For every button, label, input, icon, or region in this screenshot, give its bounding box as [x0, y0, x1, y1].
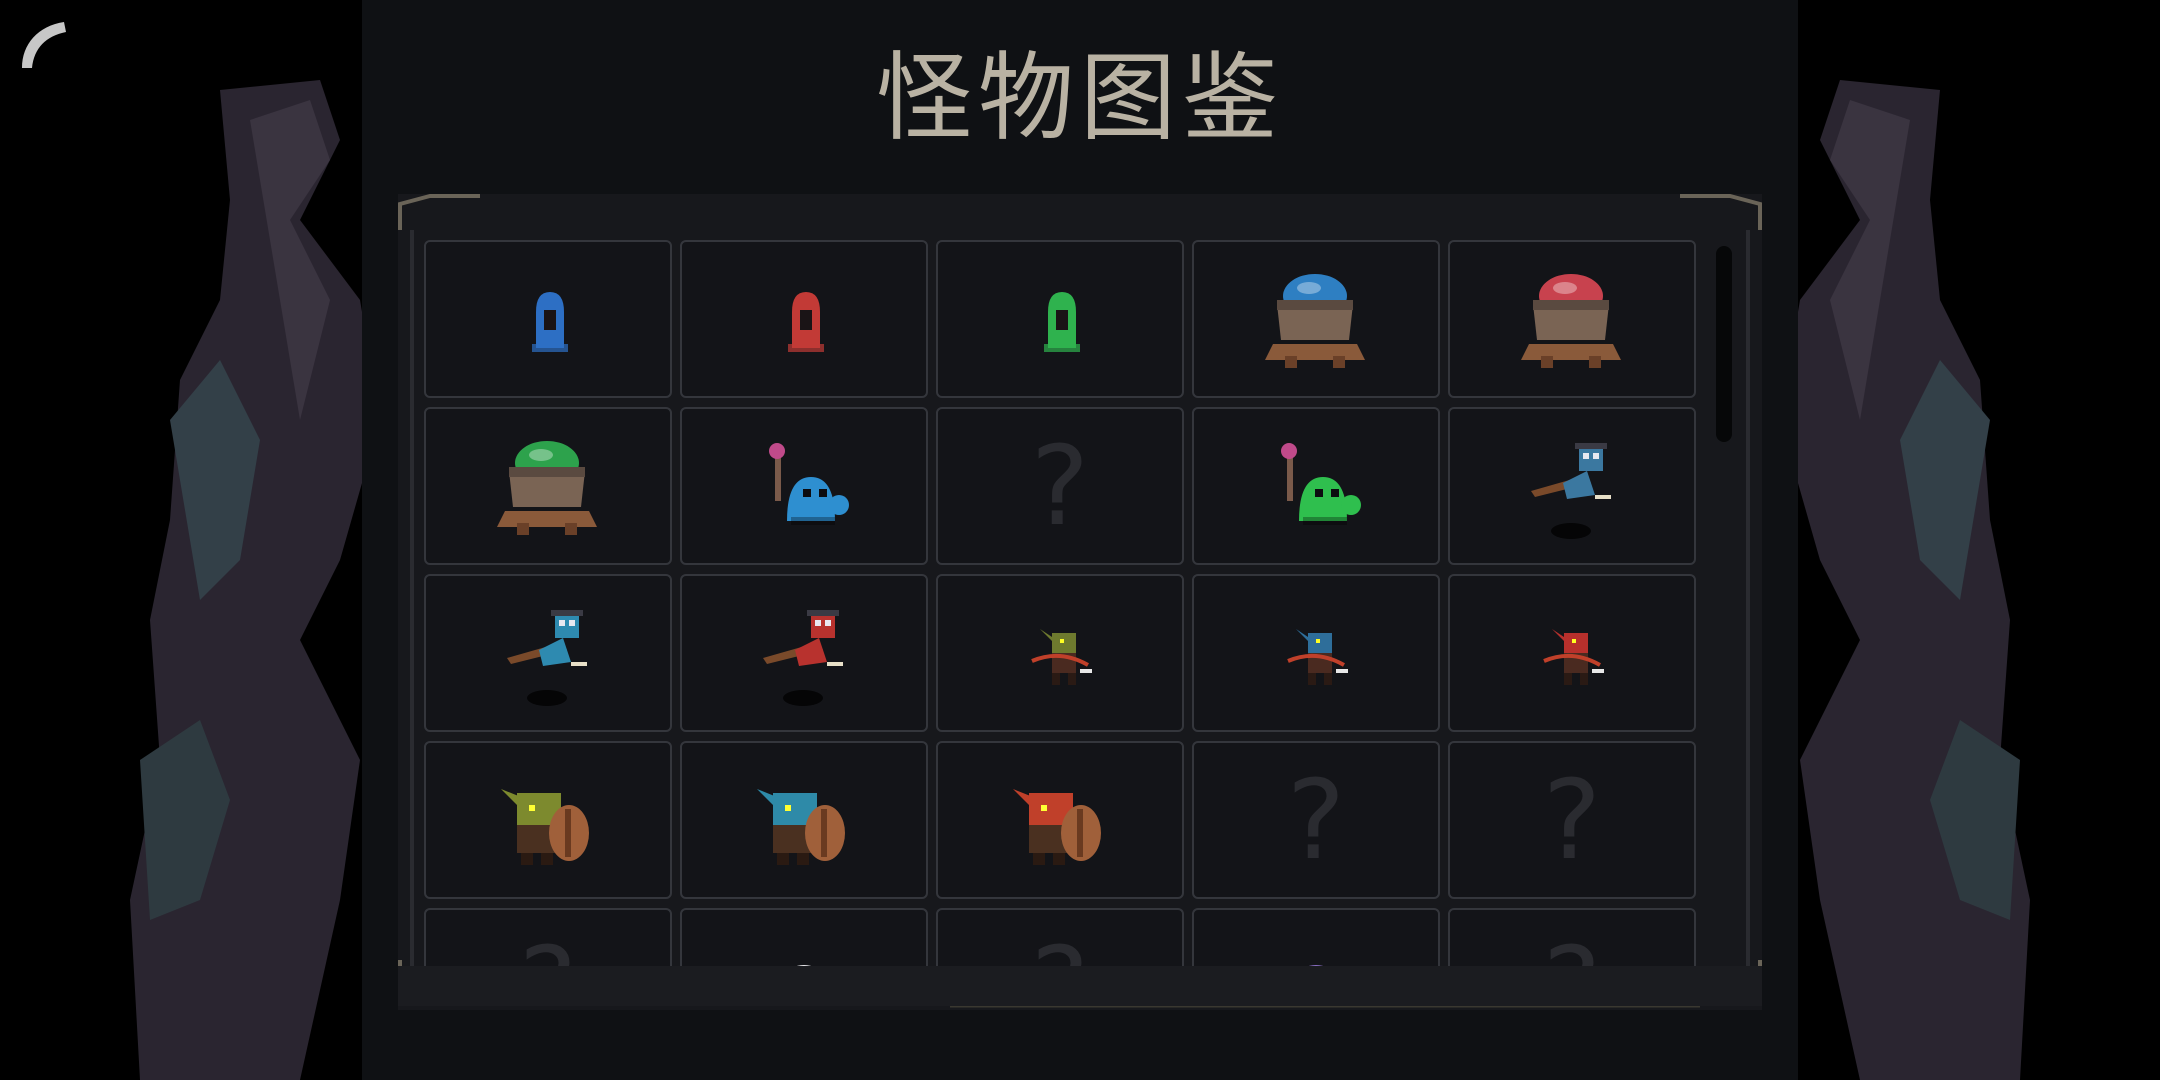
- unknown-monster-icon: ?: [1543, 932, 1601, 968]
- frame-bottom-bar: [398, 966, 1762, 1006]
- monster-cell[interactable]: [1192, 407, 1440, 565]
- red-slime-icon: [774, 284, 834, 354]
- monster-cell[interactable]: [424, 240, 672, 398]
- monster-cell[interactable]: [680, 574, 928, 732]
- unknown-monster-icon: ?: [519, 932, 577, 968]
- unknown-monster-icon: ?: [1031, 932, 1089, 968]
- red-goblin-archer-icon: [1532, 613, 1612, 693]
- monster-cell[interactable]: [1192, 240, 1440, 398]
- monster-cell[interactable]: ?: [1448, 908, 1696, 968]
- blue-cauldron-slime-icon: [1261, 264, 1371, 374]
- monster-grid-viewport[interactable]: ??????: [424, 240, 1700, 968]
- monster-cell[interactable]: [936, 741, 1184, 899]
- monster-cell[interactable]: [1192, 574, 1440, 732]
- scrollbar[interactable]: [1714, 244, 1734, 444]
- monster-cell[interactable]: [1448, 240, 1696, 398]
- red-cauldron-slime-icon: [1517, 264, 1627, 374]
- blue-goblin-shield-icon: [749, 765, 859, 875]
- monster-cell[interactable]: ?: [1192, 741, 1440, 899]
- unknown-monster-icon: ?: [1542, 756, 1602, 884]
- monster-cell[interactable]: [424, 407, 672, 565]
- monster-cell[interactable]: ?: [936, 908, 1184, 968]
- monster-cell[interactable]: [680, 741, 928, 899]
- blue-goblin-archer-icon: [1276, 613, 1356, 693]
- monster-cell[interactable]: [424, 741, 672, 899]
- unknown-monster-icon: ?: [1286, 756, 1346, 884]
- monster-cell[interactable]: ?: [1448, 741, 1696, 899]
- blue-slime-icon: [518, 284, 578, 354]
- monster-cell[interactable]: [680, 407, 928, 565]
- monster-cell[interactable]: ?: [424, 908, 672, 968]
- monster-cell[interactable]: [1192, 908, 1440, 968]
- scrollbar-thumb[interactable]: [1716, 246, 1732, 442]
- monster-cell[interactable]: [936, 574, 1184, 732]
- monster-grid: ??????: [424, 240, 1700, 968]
- unknown-monster-icon: ?: [1030, 422, 1090, 550]
- blue-slime-mage-icon: [759, 441, 849, 531]
- monster-cell[interactable]: ?: [936, 407, 1184, 565]
- monster-cell[interactable]: [1448, 407, 1696, 565]
- green-goblin-archer-icon: [1020, 613, 1100, 693]
- green-slime-icon: [1030, 284, 1090, 354]
- monster-cell[interactable]: [680, 240, 928, 398]
- green-goblin-shield-icon: [493, 765, 603, 875]
- blue-goblin-witch-icon: [1527, 431, 1617, 541]
- monster-cell[interactable]: [680, 908, 928, 968]
- green-slime-mage-icon: [1271, 441, 1361, 531]
- monster-cell[interactable]: [424, 574, 672, 732]
- page-title: 怪物图鉴: [876, 42, 1284, 154]
- monster-cell[interactable]: [936, 240, 1184, 398]
- red-goblin-shield-icon: [1005, 765, 1115, 875]
- blue-goblin-witch-icon: [503, 598, 593, 708]
- red-goblin-witch-icon: [759, 598, 849, 708]
- green-cauldron-slime-icon: [493, 431, 603, 541]
- monster-cell[interactable]: [1448, 574, 1696, 732]
